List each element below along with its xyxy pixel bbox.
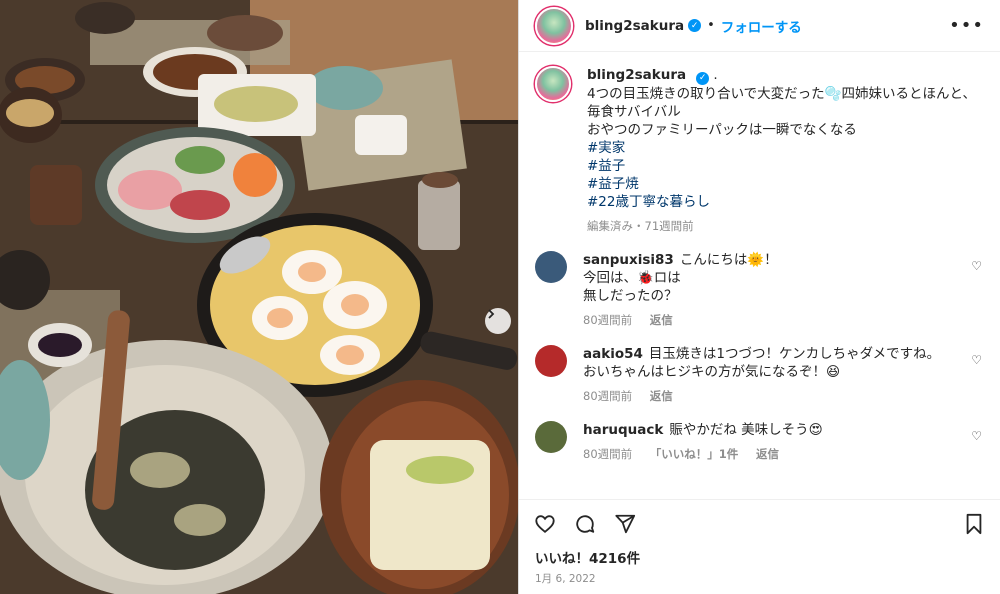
comment-like-heart-icon[interactable]: ♡ xyxy=(971,353,982,367)
paper-plane-icon[interactable] xyxy=(613,512,637,536)
caption-line: 4つの目玉焼きの取り合いで大変だった🫧四姉妹いるとほんと、毎食サバイバル xyxy=(587,85,976,120)
post-header: bling2sakura ✓ • フォローする ••• xyxy=(519,0,1000,52)
carousel-next-button[interactable] xyxy=(485,308,511,334)
comment-row: aakio54 目玉焼きは1つづつ！ケンカしちゃダメですね。 おいちゃんはヒジキの… xyxy=(535,344,984,405)
post-photo[interactable] xyxy=(0,0,518,594)
bookmark-icon[interactable] xyxy=(962,512,986,536)
post-side-panel: bling2sakura ✓ • フォローする ••• bling2sakura… xyxy=(518,0,1000,594)
reply-button[interactable]: 返信 xyxy=(650,389,673,403)
caption-row: bling2sakura ✓ . 4つの目玉焼きの取り合いで大変だった🫧四姉妹いる… xyxy=(535,66,984,235)
action-bar xyxy=(519,499,1000,547)
comment-text: こんにちは🌞！ xyxy=(679,251,778,268)
caption-username[interactable]: bling2sakura xyxy=(587,67,686,83)
comment-text: おいちゃんはヒジキの方が気になるぞ！😆 xyxy=(583,363,841,380)
comment-like-heart-icon[interactable]: ♡ xyxy=(971,429,982,443)
comment-time: 80週間前 xyxy=(583,388,633,403)
comment-username[interactable]: aakio54 xyxy=(583,346,643,362)
food-photo-illustration xyxy=(0,0,518,594)
comment-text: 賑やかだね 美味しそう😍 xyxy=(669,421,823,438)
chevron-right-icon xyxy=(488,309,495,319)
commenter-avatar[interactable] xyxy=(535,250,567,283)
verified-badge-icon: ✓ xyxy=(688,19,702,32)
comment-text: 目玉焼きは1つづつ！ケンカしちゃダメですね。 xyxy=(648,345,941,362)
comment-row: haruquack 賑やかだね 美味しそう😍 80週間前 「いいね！」1件 返信 … xyxy=(535,420,984,463)
follow-button[interactable]: フォローする xyxy=(721,16,802,36)
comment-time: 80週間前 xyxy=(583,446,633,461)
reply-button[interactable]: 返信 xyxy=(650,313,673,327)
author-avatar[interactable] xyxy=(535,6,573,45)
caption-line: おやつのファミリーパックは一瞬でなくなる xyxy=(587,121,857,138)
reply-button[interactable]: 返信 xyxy=(756,447,779,461)
comment-username[interactable]: haruquack xyxy=(583,422,663,438)
commenter-avatar[interactable] xyxy=(535,344,567,377)
instagram-post-window: bling2sakura ✓ • フォローする ••• bling2sakura… xyxy=(0,0,1000,594)
hashtag-link[interactable]: #22歳丁寧な暮らし xyxy=(587,193,976,211)
heart-icon[interactable] xyxy=(533,512,557,536)
hashtag-link[interactable]: #益子 xyxy=(587,157,976,175)
caption-author-avatar[interactable] xyxy=(535,66,571,102)
comment-username[interactable]: sanpuxisi83 xyxy=(583,252,674,268)
separator-dot: • xyxy=(707,18,715,33)
comment-text: 無しだったの？ xyxy=(583,287,678,304)
comment-like-heart-icon[interactable]: ♡ xyxy=(971,259,982,273)
comment-text: 今回は、🐞ロは xyxy=(583,269,681,286)
hashtag-link[interactable]: #実家 xyxy=(587,139,976,157)
commenter-avatar[interactable] xyxy=(535,420,567,453)
likes-count[interactable]: いいね！4216件 xyxy=(519,547,1000,567)
comments-section: bling2sakura ✓ . 4つの目玉焼きの取り合いで大変だった🫧四姉妹いる… xyxy=(519,52,1000,499)
comment-row: sanpuxisi83 こんにちは🌞！ 今回は、🐞ロは 無しだったの？ 80週間前… xyxy=(535,250,984,329)
comment-likes-count[interactable]: 「いいね！」1件 xyxy=(650,447,739,461)
author-username[interactable]: bling2sakura xyxy=(585,18,684,34)
caption-meta: 編集済み・71週間前 xyxy=(587,218,694,233)
comment-icon[interactable] xyxy=(573,512,597,536)
post-date: 1月 6, 2022 xyxy=(535,573,596,585)
comment-time: 80週間前 xyxy=(583,312,633,327)
more-options-icon[interactable]: ••• xyxy=(949,15,984,36)
hashtag-link[interactable]: #益子焼 xyxy=(587,175,976,193)
verified-badge-icon: ✓ xyxy=(696,71,710,85)
